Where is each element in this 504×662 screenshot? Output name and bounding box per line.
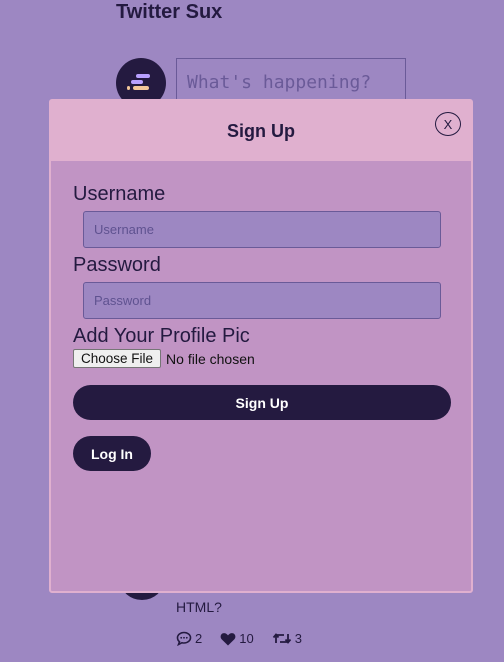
- sign-up-button[interactable]: Sign Up: [73, 385, 451, 420]
- profile-pic-label: Add Your Profile Pic: [73, 325, 250, 347]
- choose-file-button[interactable]: Choose File: [73, 349, 162, 368]
- close-button[interactable]: X: [435, 112, 461, 136]
- log-in-button[interactable]: Log In: [73, 436, 151, 471]
- tweet-text: HTML?: [176, 599, 222, 615]
- modal-title: Sign Up: [227, 120, 295, 141]
- modal-header: Sign Up X: [51, 101, 471, 161]
- username-field[interactable]: [83, 211, 441, 248]
- reply-icon: [176, 631, 192, 646]
- password-label: Password: [73, 254, 161, 276]
- username-label: Username: [73, 183, 166, 205]
- app-title: Twitter Sux: [116, 1, 223, 23]
- file-picker: Choose File No file chosen: [73, 349, 255, 368]
- retweet-count: 3: [294, 631, 302, 646]
- retweet-button[interactable]: 3: [272, 631, 302, 646]
- like-count: 10: [239, 631, 254, 646]
- heart-icon: [220, 632, 236, 646]
- reply-button[interactable]: 2: [176, 631, 202, 646]
- retweet-icon: [272, 631, 292, 646]
- reply-count: 2: [195, 631, 203, 646]
- signup-modal: Sign Up X Username Password Add Your Pro…: [49, 99, 473, 593]
- tweet-actions: 2 10 3: [176, 631, 302, 646]
- file-status: No file chosen: [166, 350, 255, 367]
- like-button[interactable]: 10: [220, 631, 254, 646]
- password-field[interactable]: [83, 282, 441, 319]
